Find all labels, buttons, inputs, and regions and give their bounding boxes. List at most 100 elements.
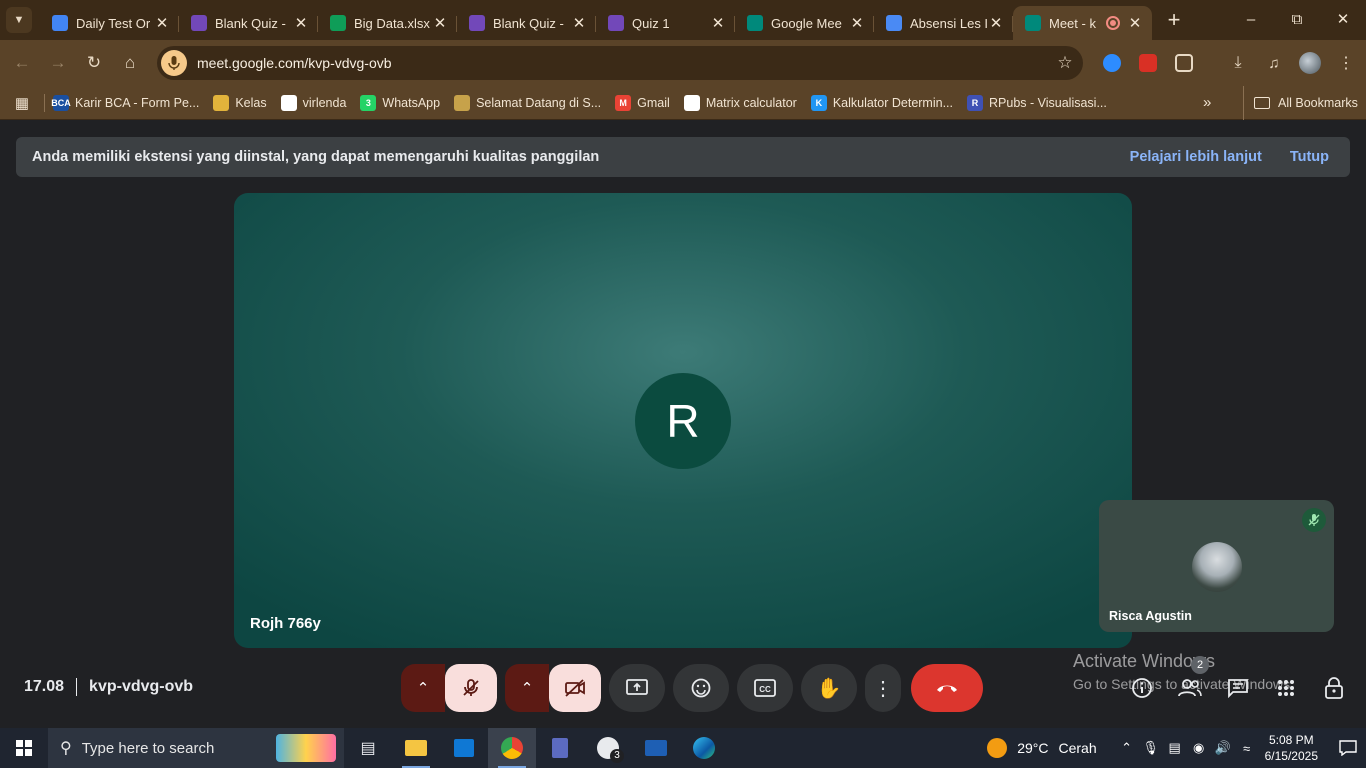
bookmarks-bar: ▦ BCA Karir BCA - Form Pe... Kelas virlenda… xyxy=(0,86,1366,120)
meeting-info: 17.08 kvp-vdvg-ovb xyxy=(24,678,193,696)
task-view-icon[interactable]: ▤ xyxy=(344,728,392,768)
self-video-tile[interactable]: Risca Agustin xyxy=(1099,500,1334,632)
bookmark-item[interactable]: Matrix calculator xyxy=(683,94,797,111)
leave-call-button[interactable] xyxy=(911,664,983,712)
present-screen-button[interactable] xyxy=(609,664,665,712)
browser-tab[interactable]: Blank Quiz - ✕ xyxy=(457,6,596,40)
speaker-icon[interactable]: 🔊 xyxy=(1211,740,1235,756)
tab-search-button[interactable]: ▼ xyxy=(6,7,32,33)
camera-tray-icon[interactable]: ◉ xyxy=(1187,740,1211,756)
address-bar[interactable]: meet.google.com/kvp-vdvg-ovb ☆ xyxy=(157,46,1083,80)
search-highlight-icon xyxy=(276,734,336,762)
bookmark-label: Kalkulator Determin... xyxy=(832,95,953,110)
browser-tab[interactable]: Blank Quiz - ✕ xyxy=(179,6,318,40)
restore-icon[interactable]: ⧉ xyxy=(1274,0,1320,40)
bookmark-item[interactable]: M Gmail xyxy=(615,94,670,111)
weather-widget[interactable]: 29°C Cerah xyxy=(987,738,1097,758)
browser-tab[interactable]: Meet - k ✕ xyxy=(1013,6,1152,40)
close-window-icon[interactable]: ✕ xyxy=(1320,0,1366,40)
learn-more-link[interactable]: Pelajari lebih lanjut xyxy=(1130,149,1262,165)
tab-close-icon[interactable]: ✕ xyxy=(1126,14,1144,32)
zoom-extension-icon[interactable] xyxy=(1094,40,1130,86)
video-options-chevron-icon[interactable]: ⌃ xyxy=(505,664,549,712)
battery-icon[interactable]: ▤ xyxy=(1163,740,1187,756)
browser-tab[interactable]: Big Data.xlsx ✕ xyxy=(318,6,457,40)
system-clock[interactable]: 5:08 PM 6/15/2025 xyxy=(1265,732,1318,764)
captions-button[interactable]: CC xyxy=(737,664,793,712)
minimize-icon[interactable]: – xyxy=(1228,0,1274,40)
new-tab-button[interactable]: + xyxy=(1160,7,1188,33)
browser-tab[interactable]: Google Mee ✕ xyxy=(735,6,874,40)
tab-close-icon[interactable]: ✕ xyxy=(709,14,727,32)
tab-close-icon[interactable]: ✕ xyxy=(292,14,310,32)
start-button[interactable] xyxy=(0,728,48,768)
people-button[interactable]: 2 xyxy=(1166,656,1214,703)
meeting-code: kvp-vdvg-ovb xyxy=(89,678,194,695)
mic-off-icon xyxy=(463,679,479,696)
audio-options-chevron-icon[interactable]: ⌃ xyxy=(401,664,445,712)
forward-icon[interactable]: → xyxy=(40,53,76,73)
menu-kebab-icon[interactable]: ⋮ xyxy=(1328,40,1364,86)
chevron-up-icon[interactable]: ⌃ xyxy=(1115,740,1139,756)
edge-icon[interactable] xyxy=(680,728,728,768)
download-icon[interactable]: ⤓ xyxy=(1220,40,1256,86)
raise-hand-button[interactable]: ✋ xyxy=(801,664,857,712)
taskbar-search[interactable]: ⚲ Type here to search xyxy=(48,728,344,768)
chat-button[interactable] xyxy=(1214,673,1262,703)
url-text[interactable]: meet.google.com/kvp-vdvg-ovb xyxy=(197,55,1047,71)
browser-tab[interactable]: Daily Test Or ✕ xyxy=(40,6,179,40)
camera-off-button[interactable] xyxy=(549,664,601,712)
microsoft-store-icon[interactable] xyxy=(440,728,488,768)
browser-tab[interactable]: Absensi Les I ✕ xyxy=(874,6,1013,40)
bookmark-item[interactable]: 3 WhatsApp xyxy=(360,94,440,111)
tab-close-icon[interactable]: ✕ xyxy=(848,14,866,32)
file-explorer-icon[interactable] xyxy=(392,728,440,768)
bookmark-item[interactable]: R RPubs - Visualisasi... xyxy=(967,94,1107,111)
mic-off-button[interactable] xyxy=(445,664,497,712)
bookmark-item[interactable]: K Kalkulator Determin... xyxy=(810,94,953,111)
participant-name: Rojh 766y xyxy=(250,615,321,632)
recording-indicator-icon xyxy=(1106,16,1120,30)
calculator-icon[interactable] xyxy=(536,728,584,768)
bookmark-item[interactable]: virlenda xyxy=(280,94,346,111)
bookmark-label: Karir BCA - Form Pe... xyxy=(75,95,200,110)
reload-icon[interactable]: ↻ xyxy=(76,53,112,73)
more-bookmarks-chevron-icon[interactable]: » xyxy=(1203,86,1211,120)
puzzle-extensions-icon[interactable] xyxy=(1166,40,1202,86)
bookmark-item[interactable]: Selamat Datang di S... xyxy=(454,94,601,111)
bookmark-star-icon[interactable]: ☆ xyxy=(1047,53,1083,73)
mail-icon[interactable] xyxy=(632,728,680,768)
profile-avatar[interactable] xyxy=(1292,40,1328,86)
browser-toolbar: ← → ↻ ⌂ meet.google.com/kvp-vdvg-ovb ☆ ⤓… xyxy=(0,40,1366,86)
media-control-icon[interactable]: ♫ xyxy=(1256,40,1292,86)
temperature: 29°C xyxy=(1017,740,1049,756)
meeting-details-button[interactable] xyxy=(1118,673,1166,703)
browser-tab[interactable]: Quiz 1 ✕ xyxy=(596,6,735,40)
bookmark-item[interactable]: BCA Karir BCA - Form Pe... xyxy=(51,94,200,111)
microphone-in-use-icon[interactable] xyxy=(161,50,187,76)
tab-close-icon[interactable]: ✕ xyxy=(153,14,171,32)
red-extension-icon[interactable] xyxy=(1130,40,1166,86)
more-options-button[interactable]: ⋮ xyxy=(865,664,901,712)
bookmark-favicon-icon: M xyxy=(615,94,632,111)
all-bookmarks-button[interactable]: All Bookmarks xyxy=(1243,86,1358,120)
lock-person-icon xyxy=(1325,677,1343,699)
banner-close-button[interactable]: Tutup xyxy=(1290,149,1329,165)
host-controls-button[interactable] xyxy=(1310,673,1358,703)
chrome-taskbar-icon[interactable] xyxy=(488,728,536,768)
tab-favicon-icon xyxy=(747,15,763,31)
apps-grid-icon[interactable]: ▦ xyxy=(0,94,44,112)
microphone-tray-icon[interactable]: 🎙 xyxy=(1139,740,1163,756)
chrome-profile-taskbar-icon[interactable]: 3 xyxy=(584,728,632,768)
bookmark-item[interactable]: Kelas xyxy=(213,94,267,111)
activities-button[interactable] xyxy=(1262,673,1310,703)
emoji-reaction-button[interactable] xyxy=(673,664,729,712)
tab-close-icon[interactable]: ✕ xyxy=(431,14,449,32)
tab-close-icon[interactable]: ✕ xyxy=(987,14,1005,32)
tab-favicon-icon xyxy=(191,15,207,31)
back-icon[interactable]: ← xyxy=(4,53,40,73)
wifi-icon[interactable]: ≈ xyxy=(1235,741,1259,756)
notification-icon[interactable] xyxy=(1330,728,1366,768)
tab-close-icon[interactable]: ✕ xyxy=(570,14,588,32)
home-icon[interactable]: ⌂ xyxy=(112,53,148,73)
